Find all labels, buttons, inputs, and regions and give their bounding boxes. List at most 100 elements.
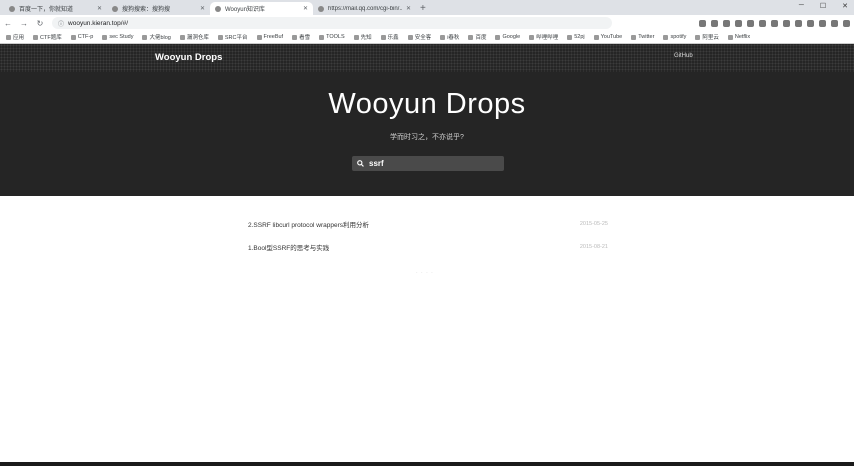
loading-indicator: · · · · (416, 270, 434, 276)
bookmark-label: i春秋 (447, 35, 460, 41)
extension-icon[interactable] (807, 19, 814, 27)
bookmark-item[interactable]: i春秋 (440, 33, 459, 41)
page-title: Wooyun Drops (328, 88, 526, 120)
extension-icon[interactable] (783, 19, 790, 27)
bookmark-icon (529, 34, 535, 40)
extension-icon[interactable] (759, 19, 766, 27)
star-icon[interactable] (699, 19, 706, 27)
bookmark-item[interactable]: Twitter (631, 34, 654, 40)
bookmark-item[interactable]: Netflix (727, 34, 751, 40)
bookmark-item[interactable]: 看雪 (292, 33, 310, 41)
bookmark-icon (256, 34, 262, 40)
bookmark-item[interactable]: CTF-p (70, 34, 93, 40)
result-title[interactable]: 2.SSRF libcurl protocol wrappers利用分析 (248, 219, 369, 229)
bookmark-item[interactable]: 52pj (567, 34, 585, 40)
bookmark-item[interactable]: spotify (663, 34, 686, 40)
tab-close-icon[interactable]: ✕ (406, 5, 411, 12)
bookmark-icon (102, 34, 108, 40)
bookmark-item[interactable]: sec Study (102, 34, 133, 40)
bookmark-item[interactable]: Google (495, 34, 520, 40)
tab-title: 百度一下，你就知道 (19, 7, 74, 13)
browser-tab-active[interactable]: Wooyun知识库 ✕ (210, 2, 313, 15)
tab-favicon-icon (112, 5, 118, 12)
extension-icon[interactable] (735, 19, 742, 27)
bookmarks-bar: 应用 CTF题库 CTF-p sec Study 大佬blog 漏洞仓库 SRC平台 Free… (0, 31, 854, 44)
bookmark-icon (179, 34, 185, 40)
result-date: 2015-05-25 (579, 221, 608, 227)
bookmark-item[interactable]: 乐鑫 (380, 33, 399, 41)
page-subtitle: 学而时习之，不亦说乎? (390, 134, 464, 141)
bookmark-label: 大佬blog (149, 35, 171, 41)
tab-close-icon[interactable]: ✕ (97, 5, 102, 12)
browser-tab[interactable]: https://mail.qq.com/cgi-bin/... ✕ (313, 2, 416, 15)
result-row[interactable]: 1.Bool型SSRF的思考与实践 2015-08-21 (248, 241, 608, 253)
bookmark-label: sec Study (109, 34, 134, 40)
bookmark-icon (631, 34, 637, 40)
github-link[interactable]: GitHub (674, 53, 693, 59)
bookmark-label: Google (502, 34, 521, 40)
forward-icon[interactable]: → (20, 19, 28, 28)
bookmark-item[interactable]: 百度 (468, 33, 486, 41)
reload-icon[interactable]: ↻ (36, 19, 44, 28)
bookmark-label: 哔哩哔哩 (536, 35, 559, 41)
bookmark-label: 应用 (13, 35, 25, 41)
bookmark-item[interactable]: 先知 (353, 33, 372, 41)
bookmark-label: Netflix (734, 34, 751, 40)
bookmark-icon (142, 34, 148, 40)
bookmark-item[interactable]: SRC平台 (217, 33, 248, 41)
profile-avatar[interactable] (831, 19, 838, 27)
window-controls: ─ ☐ ✕ (799, 2, 848, 10)
result-title[interactable]: 1.Bool型SSRF的思考与实践 (248, 242, 329, 252)
close-window-icon[interactable]: ✕ (842, 2, 848, 10)
minimize-icon[interactable]: ─ (799, 2, 804, 10)
bookmark-label: spotify (670, 34, 687, 40)
back-icon[interactable]: ← (4, 19, 12, 28)
new-tab-button[interactable]: + (420, 2, 426, 15)
browser-tab[interactable]: 搜狗搜索：搜狗搜 ✕ (107, 2, 210, 15)
address-bar[interactable]: ⓘ wooyun.kieran.top/#/ (52, 17, 612, 29)
bookmark-label: Twitter (638, 34, 655, 40)
extension-icon[interactable] (819, 19, 826, 27)
bookmark-item[interactable]: 大佬blog (142, 33, 171, 41)
bookmark-label: 52pj (574, 34, 585, 40)
tab-favicon-icon (9, 5, 15, 12)
menu-icon[interactable] (843, 19, 850, 27)
hero-header: Wooyun Drops GitHub Wooyun Drops 学而时习之，不… (0, 44, 854, 196)
bookmark-item[interactable]: TOOLS (319, 34, 345, 40)
extension-icon[interactable] (747, 19, 754, 27)
browser-tab[interactable]: 百度一下，你就知道 ✕ (4, 2, 107, 15)
extension-icon[interactable] (795, 19, 802, 27)
bookmark-item[interactable]: FreeBuf (256, 34, 283, 40)
bookmark-item[interactable]: CTF题库 (33, 33, 62, 41)
bookmark-label: YouTube (600, 34, 623, 40)
maximize-icon[interactable]: ☐ (820, 2, 826, 10)
extension-icon[interactable] (723, 19, 730, 27)
bookmark-icon (6, 34, 11, 40)
bookmark-icon (440, 34, 446, 40)
bookmark-icon (292, 34, 298, 40)
bookmark-item[interactable]: 漏洞仓库 (179, 33, 209, 41)
bookmark-icon (353, 34, 359, 40)
extension-icon[interactable] (771, 19, 778, 27)
bookmark-icon (663, 34, 669, 40)
search-input[interactable] (369, 159, 489, 168)
extension-icon[interactable] (711, 19, 718, 27)
bookmark-icon (727, 34, 733, 40)
bookmark-item[interactable]: 阿里云 (695, 33, 719, 41)
bookmark-label: 漏洞仓库 (186, 35, 209, 41)
bookmark-icon (468, 34, 474, 40)
search-box[interactable] (352, 156, 504, 171)
bookmark-item[interactable]: 应用 (6, 33, 24, 41)
bookmark-item[interactable]: 哔哩哔哩 (529, 33, 558, 41)
info-icon[interactable]: ⓘ (58, 19, 64, 28)
bookmark-icon (695, 34, 701, 40)
tab-close-icon[interactable]: ✕ (303, 5, 308, 12)
tab-favicon-icon (215, 5, 221, 12)
bookmark-item[interactable]: 安全客 (407, 33, 431, 41)
address-text: wooyun.kieran.top/#/ (68, 19, 128, 27)
result-row[interactable]: 2.SSRF libcurl protocol wrappers利用分析 201… (248, 218, 608, 230)
bookmark-icon (593, 34, 599, 40)
tab-close-icon[interactable]: ✕ (200, 5, 205, 12)
site-brand[interactable]: Wooyun Drops (155, 52, 222, 63)
bookmark-item[interactable]: YouTube (593, 34, 623, 40)
